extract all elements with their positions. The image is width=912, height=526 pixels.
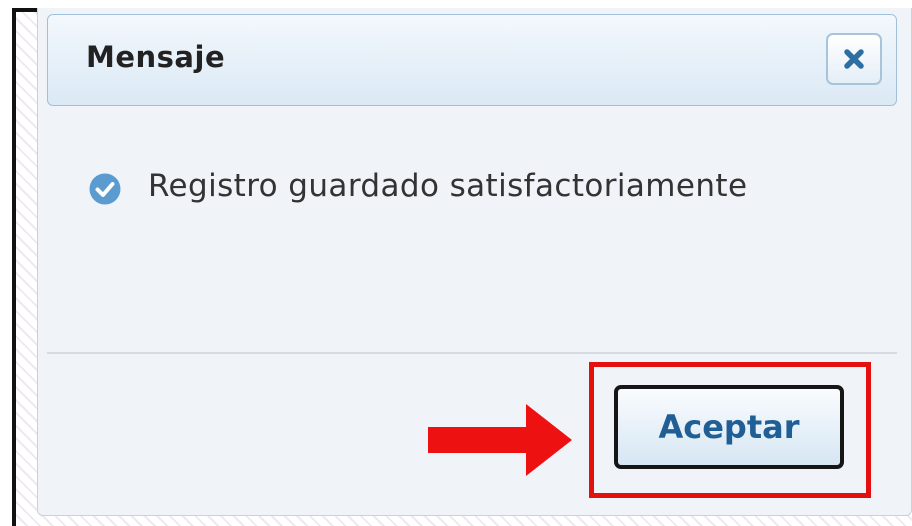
dialog-titlebar: Mensaje — [47, 14, 897, 106]
check-circle-icon — [89, 173, 121, 205]
accept-button[interactable]: Aceptar — [614, 385, 844, 469]
dialog-title: Mensaje — [86, 40, 226, 74]
message-text: Registro guardado satisfactoriamente — [148, 168, 748, 204]
dialog-divider — [47, 352, 897, 354]
close-button[interactable] — [826, 33, 882, 85]
close-icon — [844, 49, 864, 69]
arrow-right-icon — [428, 404, 572, 476]
